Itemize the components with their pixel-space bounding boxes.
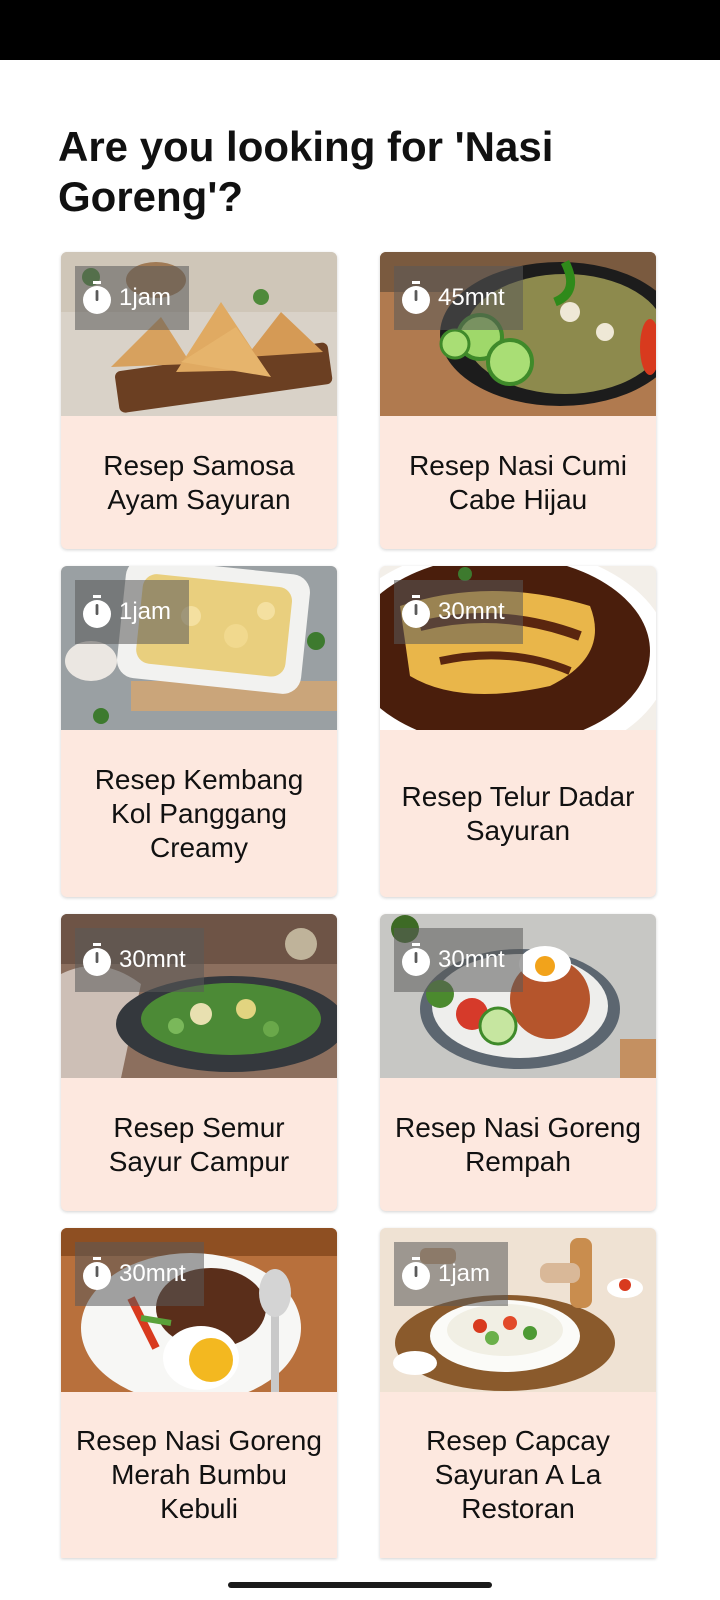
recipe-title: Resep Samosa Ayam Sayuran xyxy=(103,449,295,515)
cook-time-label: 30mnt xyxy=(119,1260,186,1287)
recipe-title: Resep Telur Dadar Sayuran xyxy=(401,780,635,846)
cook-time-label: 1jam xyxy=(119,284,172,311)
recipe-title: Resep Kembang Kol Panggang Creamy xyxy=(94,763,304,863)
cook-time-label: 1jam xyxy=(119,598,172,625)
recipe-card[interactable]: 1jam Resep Samosa Ayam Sayuran xyxy=(61,252,337,549)
samosa-photo: 1jam xyxy=(61,252,337,416)
cook-time-badge: 45mnt xyxy=(394,266,523,330)
recipe-card[interactable]: 30mnt Resep Semur Sayur Campur xyxy=(61,914,337,1211)
recipe-card[interactable]: 30mnt Resep Nasi Goreng Rempah xyxy=(380,914,656,1211)
cook-time-label: 1jam xyxy=(438,1260,491,1287)
stopwatch-icon xyxy=(83,1257,111,1290)
red-fried-rice-photo: 30mnt xyxy=(61,1228,337,1392)
nasi-cumi-photo: 45mnt xyxy=(380,252,656,416)
recipe-grid: 1jam Resep Samosa Ayam Sayuran 45mnt Res… xyxy=(61,252,659,1558)
status-bar xyxy=(0,0,720,60)
recipe-card[interactable]: 1jam Resep Kembang Kol Panggang Creamy xyxy=(61,566,337,897)
cook-time-badge: 1jam xyxy=(75,266,190,330)
cook-time-label: 45mnt xyxy=(438,284,505,311)
recipe-title: Resep Nasi Goreng Rempah xyxy=(395,1111,641,1177)
stopwatch-icon xyxy=(83,943,111,976)
fried-rice-photo: 30mnt xyxy=(380,914,656,1078)
recipe-title: Resep Semur Sayur Campur xyxy=(108,1111,290,1177)
stopwatch-icon xyxy=(402,281,430,314)
stopwatch-icon xyxy=(402,943,430,976)
cook-time-badge: 30mnt xyxy=(394,928,523,992)
capcay-photo: 1jam xyxy=(380,1228,656,1392)
stopwatch-icon xyxy=(83,595,111,628)
vegetable-stew-photo: 30mnt xyxy=(61,914,337,1078)
recipe-card[interactable]: 45mnt Resep Nasi Cumi Cabe Hijau xyxy=(380,252,656,549)
stopwatch-icon xyxy=(83,281,111,314)
baked-cauliflower-photo: 1jam xyxy=(61,566,337,730)
home-indicator[interactable] xyxy=(228,1582,492,1588)
recipe-title: Resep Capcay Sayuran A La Restoran xyxy=(426,1425,610,1524)
recipe-card[interactable]: 30mnt Resep Nasi Goreng Merah Bumbu Kebu… xyxy=(61,1228,337,1558)
recipe-card[interactable]: 30mnt Resep Telur Dadar Sayuran xyxy=(380,566,656,897)
cook-time-badge: 30mnt xyxy=(75,928,204,992)
cook-time-badge: 1jam xyxy=(394,1242,509,1306)
omelette-photo: 30mnt xyxy=(380,566,656,730)
cook-time-label: 30mnt xyxy=(119,946,186,973)
recipe-title: Resep Nasi Cumi Cabe Hijau xyxy=(409,449,627,515)
cook-time-label: 30mnt xyxy=(438,946,505,973)
stopwatch-icon xyxy=(402,595,430,628)
cook-time-badge: 1jam xyxy=(75,580,190,644)
cook-time-badge: 30mnt xyxy=(75,1242,204,1306)
page-title: Are you looking for 'Nasi Goreng'? xyxy=(58,123,554,220)
recipe-card[interactable]: 1jam Resep Capcay Sayuran A La Restoran xyxy=(380,1228,656,1558)
stopwatch-icon xyxy=(402,1257,430,1290)
recipe-title: Resep Nasi Goreng Merah Bumbu Kebuli xyxy=(76,1425,322,1524)
cook-time-badge: 30mnt xyxy=(394,580,523,644)
cook-time-label: 30mnt xyxy=(438,598,505,625)
